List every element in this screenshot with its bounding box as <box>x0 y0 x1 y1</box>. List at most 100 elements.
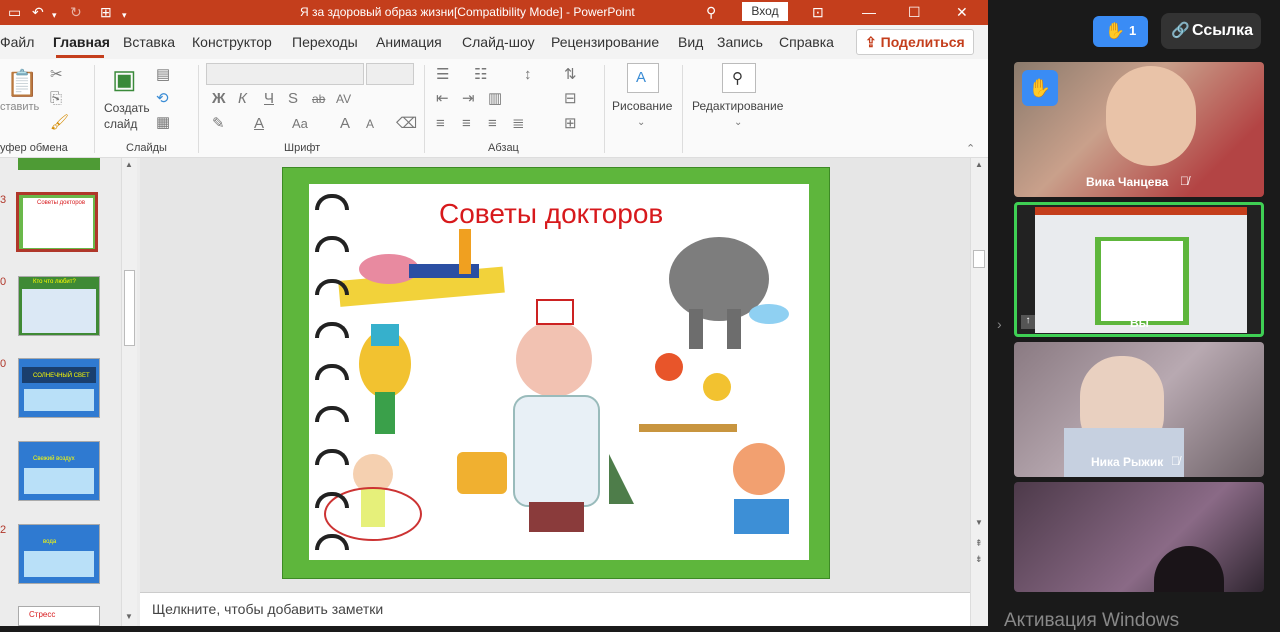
drawing-shapes-icon[interactable]: A <box>627 63 659 93</box>
close-icon[interactable]: ✕ <box>956 4 968 20</box>
notes-pane[interactable]: Щелкните, чтобы добавить заметки <box>140 592 970 626</box>
cut-icon[interactable]: ✂ <box>50 67 63 83</box>
line-spacing-icon[interactable]: ↕ <box>524 67 532 83</box>
share-button[interactable]: ⇪ Поделиться <box>856 29 974 55</box>
raised-hands-button[interactable]: ✋ 1 <box>1093 16 1148 47</box>
increase-indent-icon[interactable]: ⇥ <box>462 91 475 107</box>
italic-button[interactable]: К <box>238 91 247 107</box>
copy-link-button[interactable]: 🔗 Ссылка <box>1161 13 1261 49</box>
tab-transitions[interactable]: Переходы <box>292 34 358 50</box>
participant-tile[interactable]: Ника Рыжик 🎙̸ <box>1014 342 1264 477</box>
participant-tile[interactable]: ✋ Вика Чанцева 🎙̸ <box>1014 62 1264 197</box>
thumbnail-slide[interactable]: Кто что любит? <box>18 276 100 336</box>
reset-icon[interactable]: ⟲ <box>156 91 169 107</box>
underline-button[interactable]: Ч <box>264 91 274 107</box>
increase-font-button[interactable]: A <box>340 116 350 132</box>
thumbnail-slide[interactable]: Советы докторов <box>16 192 98 252</box>
change-case-button[interactable]: Aa <box>292 116 308 132</box>
thumbnail-slide[interactable]: вода <box>18 524 100 584</box>
doctor-clipart <box>516 321 592 397</box>
bullets-icon[interactable]: ☰ <box>436 67 449 83</box>
ribbon-display-icon[interactable]: ⊡ <box>812 4 824 20</box>
font-group-label: Шрифт <box>284 142 321 154</box>
font-color-button[interactable]: A <box>254 116 264 132</box>
participant-tile-self[interactable]: ↑ Вы <box>1014 202 1264 337</box>
font-size-combo[interactable] <box>366 63 414 85</box>
drawing-dropdown-icon[interactable]: ⌄ <box>637 115 645 131</box>
notes-placeholder[interactable]: Щелкните, чтобы добавить заметки <box>152 601 383 617</box>
drawing-label[interactable]: Рисование <box>612 99 672 113</box>
windows-activation-watermark: Активация Windows <box>1004 610 1180 631</box>
maximize-icon[interactable]: ☐ <box>908 4 921 20</box>
new-slide-label-2[interactable]: слайд <box>104 117 137 131</box>
align-center-icon[interactable]: ≡ <box>462 116 471 132</box>
justify-icon[interactable]: ≣ <box>512 116 525 132</box>
present-icon[interactable]: ⊞ <box>100 4 112 20</box>
align-text-icon[interactable]: ⊟ <box>564 91 577 107</box>
bold-button[interactable]: Ж <box>212 91 226 107</box>
tab-record[interactable]: Запись <box>717 34 763 50</box>
collapse-ribbon-icon[interactable]: ⌃ <box>966 141 975 157</box>
highlight-icon[interactable]: ✎ <box>212 116 225 132</box>
tab-slideshow[interactable]: Слайд-шоу <box>462 34 535 50</box>
align-left-icon[interactable]: ≡ <box>436 116 445 132</box>
numbering-icon[interactable]: ☷ <box>474 67 487 83</box>
columns-icon[interactable]: ▥ <box>488 91 502 107</box>
section-icon[interactable]: ▦ <box>156 115 170 131</box>
tab-file[interactable]: Файл <box>0 34 34 50</box>
editing-label[interactable]: Редактирование <box>692 99 783 113</box>
thumbnail-slide[interactable]: СОЛНЕЧНЫЙ СВЕТ <box>18 358 100 418</box>
minimize-icon[interactable]: — <box>862 4 876 20</box>
undo-icon[interactable]: ↶ <box>32 4 44 20</box>
decrease-indent-icon[interactable]: ⇤ <box>436 91 449 107</box>
redo-icon[interactable]: ↻ <box>70 4 82 20</box>
participant-tile[interactable] <box>1014 482 1264 592</box>
editing-dropdown-icon[interactable]: ⌄ <box>734 115 742 131</box>
slide-number: 0 <box>0 276 7 288</box>
char-spacing-button[interactable]: AV <box>336 91 351 107</box>
login-button[interactable]: Вход <box>742 2 788 21</box>
paste-label[interactable]: ставить <box>0 101 39 113</box>
tab-review[interactable]: Рецензирование <box>551 34 659 50</box>
decrease-font-button[interactable]: A <box>366 116 374 132</box>
participant-name: Вы <box>1130 316 1149 330</box>
align-right-icon[interactable]: ≡ <box>488 116 497 132</box>
document-title: Я за здоровый образ жизни[Compatibility … <box>300 5 635 19</box>
thumbnail-partial[interactable] <box>18 158 100 170</box>
clear-format-icon[interactable]: ⌫ <box>396 116 417 132</box>
smartart-icon[interactable]: ⊞ <box>564 116 577 132</box>
muted-mic-icon: 🎙̸ <box>1171 454 1180 468</box>
copy-icon[interactable]: ⎘ <box>50 91 62 107</box>
participant-video <box>1154 546 1224 592</box>
paste-icon[interactable]: 📋 <box>6 69 38 97</box>
tab-animations[interactable]: Анимация <box>376 34 442 50</box>
customize-toolbar-icon[interactable]: ▾ <box>122 7 127 23</box>
thumbnail-slide[interactable]: Стресс <box>18 606 100 626</box>
paragraph-group-label: Абзац <box>488 142 519 154</box>
shadow-button[interactable]: S <box>288 91 298 107</box>
strikethrough-button[interactable]: ab <box>312 91 325 107</box>
format-painter-icon[interactable]: 🖌 <box>50 115 69 131</box>
layout-icon[interactable]: ▤ <box>156 67 170 83</box>
font-family-combo[interactable] <box>206 63 364 85</box>
tab-view[interactable]: Вид <box>678 34 703 50</box>
save-icon[interactable]: ▭ <box>8 4 21 20</box>
text-direction-icon[interactable]: ⇅ <box>564 67 577 83</box>
new-slide-icon[interactable]: ▣ <box>112 65 137 93</box>
editor-scrollbar[interactable]: ▲ ▼ ⇞ ⇟ <box>970 158 988 626</box>
tab-home[interactable]: Главная <box>53 34 110 50</box>
tab-design[interactable]: Конструктор <box>192 34 272 50</box>
editing-find-icon[interactable]: ⚲ <box>722 63 756 93</box>
link-icon: 🔗 <box>1171 22 1190 39</box>
chevron-right-icon[interactable]: › <box>997 316 1002 332</box>
tab-insert[interactable]: Вставка <box>123 34 175 50</box>
current-slide[interactable]: Советы докторов <box>282 167 830 579</box>
search-icon[interactable]: ⚲ <box>706 4 716 20</box>
undo-dropdown-icon[interactable]: ▾ <box>52 7 57 23</box>
new-slide-label[interactable]: Создать <box>104 101 150 115</box>
washing-boy-clipart <box>733 443 785 495</box>
thumbnails-scrollbar[interactable]: ▲ ▼ <box>121 158 137 626</box>
thumbnail-title: Кто что любит? <box>33 279 76 285</box>
thumbnail-slide[interactable]: Свежий воздух <box>18 441 100 501</box>
tab-help[interactable]: Справка <box>779 34 834 50</box>
